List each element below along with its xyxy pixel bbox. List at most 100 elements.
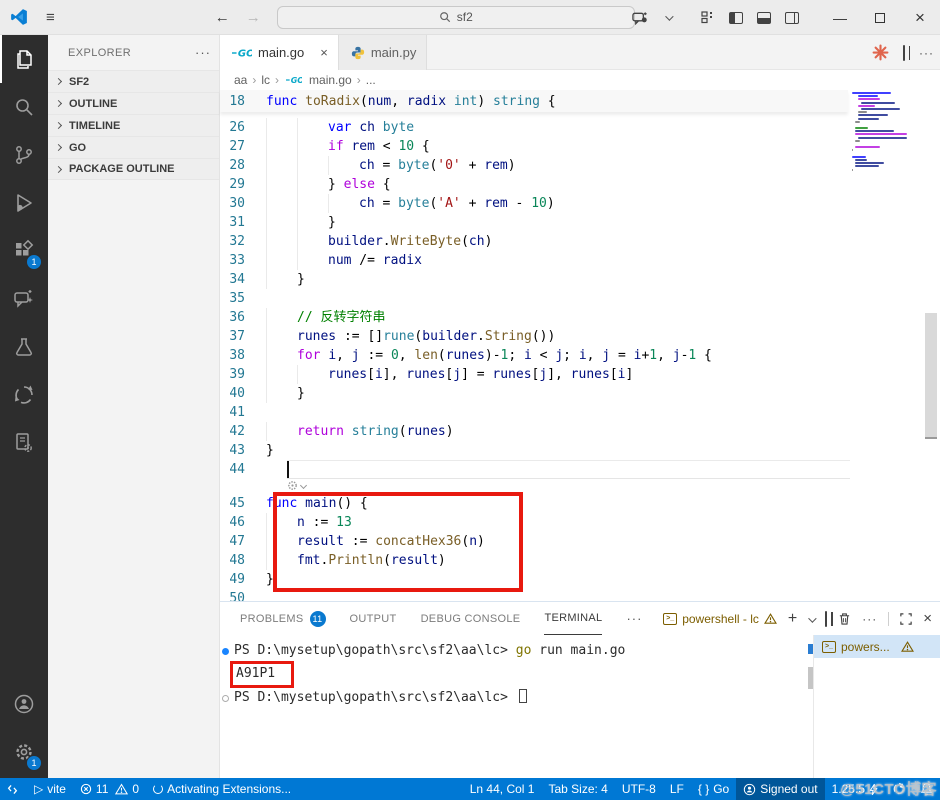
panel-more-tabs-icon[interactable]: ··· [626, 611, 642, 626]
line-number[interactable]: 41 [220, 403, 266, 422]
line-number[interactable]: 42 [220, 422, 266, 441]
panel-tab-debug-console[interactable]: DEBUG CONSOLE [421, 602, 521, 635]
breadcrumb-item[interactable]: aa [234, 73, 247, 87]
activity-bar-item-run-debug[interactable] [0, 179, 48, 227]
line-number[interactable]: 39 [220, 365, 266, 384]
close-tab-icon[interactable]: × [320, 45, 328, 60]
customize-layout-icon[interactable] [694, 0, 722, 35]
line-number[interactable]: 50 [220, 589, 266, 601]
terminal-dropdown-icon[interactable] [808, 612, 817, 626]
minimize-button[interactable]: — [820, 0, 860, 35]
language-status[interactable]: { } Go [691, 778, 736, 800]
line-number[interactable]: 26 [220, 118, 266, 137]
command-center-search[interactable]: sf2 [276, 5, 635, 29]
code-line[interactable]: 26 var ch byte [220, 118, 940, 137]
code-line[interactable]: 43} [220, 441, 940, 460]
editor-scrollbar[interactable] [924, 90, 938, 601]
terminal-list-item[interactable]: >_ powers... [814, 635, 940, 658]
line-number[interactable]: 33 [220, 251, 266, 270]
code-line[interactable]: 35 [220, 289, 940, 308]
go-status-icon[interactable] [885, 778, 913, 800]
remote-indicator[interactable] [0, 778, 27, 800]
line-number[interactable]: 32 [220, 232, 266, 251]
panel-tab-terminal[interactable]: TERMINAL [544, 602, 603, 635]
sticky-scroll-line[interactable]: 18 func toRadix(num, radix int) string { [220, 90, 848, 112]
terminal-line[interactable]: PS D:\mysetup\gopath\src\sf2\aa\lc> [222, 688, 808, 708]
line-number[interactable]: 34 [220, 270, 266, 289]
sparkle-gear-icon[interactable] [287, 480, 308, 491]
code-line[interactable]: 36 // 反转字符串 [220, 308, 940, 327]
line-number[interactable]: 31 [220, 213, 266, 232]
maximize-panel-icon[interactable] [900, 612, 912, 625]
maximize-button[interactable] [860, 0, 900, 35]
activity-bar-item-source-control[interactable] [0, 131, 48, 179]
line-number[interactable]: 35 [220, 289, 266, 308]
terminal-scroll-thumb[interactable] [808, 667, 813, 689]
activity-bar-item-search[interactable] [0, 83, 48, 131]
line-number[interactable]: 43 [220, 441, 266, 460]
code-line[interactable]: 40} [220, 384, 940, 403]
code-line[interactable]: 30 ch = byte('A' + rem - 10) [220, 194, 940, 213]
line-number[interactable]: 18 [220, 94, 266, 109]
sidebar-section-package-outline[interactable]: PACKAGE OUTLINE [48, 158, 219, 180]
menu-hamburger-icon[interactable]: ≡ [46, 9, 55, 26]
panel-more-actions-icon[interactable]: ··· [862, 612, 877, 626]
activity-bar-item-settings[interactable]: 1 [0, 728, 48, 776]
line-number[interactable]: 38 [220, 346, 266, 365]
copilot-icon[interactable] [626, 0, 654, 35]
code-line[interactable]: 28 ch = byte('0' + rem) [220, 156, 940, 175]
activity-bar-item-chat[interactable] [0, 275, 48, 323]
line-number[interactable]: 44 [220, 460, 266, 479]
activity-bar-item-account[interactable] [0, 680, 48, 728]
version-status[interactable]: 1.25.5 [825, 778, 885, 800]
command-decoration-hollow[interactable] [222, 695, 229, 702]
line-number[interactable]: 46 [220, 513, 266, 532]
code-line[interactable]: 33 num /= radix [220, 251, 940, 270]
code-line[interactable]: 41 [220, 403, 940, 422]
line-number[interactable]: 30 [220, 194, 266, 213]
panel-tab-output[interactable]: OUTPUT [350, 602, 397, 635]
vite-task-button[interactable]: ▷ vite [27, 778, 73, 800]
nav-back-icon[interactable]: ← [215, 9, 230, 26]
cursor-position-status[interactable]: Ln 44, Col 1 [463, 778, 542, 800]
close-panel-icon[interactable]: × [923, 610, 932, 627]
line-number[interactable]: 48 [220, 551, 266, 570]
sidebar-more-actions-icon[interactable]: ··· [195, 45, 211, 60]
sidebar-section-sf2[interactable]: SF2 [48, 70, 219, 92]
code-line[interactable]: 42 return string(runes) [220, 422, 940, 441]
line-number[interactable]: 47 [220, 532, 266, 551]
activity-bar-item-source-control-graph[interactable] [0, 371, 48, 419]
minimap[interactable] [852, 92, 910, 222]
code-line[interactable]: 34} [220, 270, 940, 289]
tab-size-status[interactable]: Tab Size: 4 [541, 778, 614, 800]
activity-bar-item-snippets[interactable] [0, 419, 48, 467]
command-decoration-filled[interactable] [222, 648, 229, 655]
breadcrumb-item[interactable]: main.go [309, 73, 352, 87]
encoding-status[interactable]: UTF-8 [615, 778, 663, 800]
code-line[interactable]: 31} [220, 213, 940, 232]
sidebar-section-timeline[interactable]: TIMELINE [48, 114, 219, 136]
line-number[interactable]: 29 [220, 175, 266, 194]
sidebar-section-outline[interactable]: OUTLINE [48, 92, 219, 114]
panel-tab-problems[interactable]: PROBLEMS 11 [240, 602, 326, 635]
chevron-down-icon[interactable] [654, 0, 682, 35]
breadcrumb-item[interactable]: lc [261, 73, 270, 87]
line-number[interactable]: 37 [220, 327, 266, 346]
code-line[interactable]: 39 runes[i], runes[j] = runes[j], runes[i… [220, 365, 940, 384]
breadcrumb-item[interactable]: ... [366, 73, 376, 87]
code-line[interactable]: 32 builder.WriteByte(ch) [220, 232, 940, 251]
problems-status[interactable]: 11 0 [73, 778, 146, 800]
split-terminal-icon[interactable] [825, 610, 828, 627]
editor-tab-main.go[interactable]: GO main.go × [220, 35, 339, 70]
terminal[interactable]: PS D:\mysetup\gopath\src\sf2\aa\lc> go r… [220, 635, 808, 778]
split-editor-icon[interactable] [903, 44, 905, 61]
line-number[interactable]: 45 [220, 494, 266, 513]
activity-bar-item-explorer[interactable] [0, 35, 48, 83]
line-number[interactable]: 28 [220, 156, 266, 175]
code-line[interactable]: 44 [220, 460, 940, 479]
toggle-primary-sidebar-icon[interactable] [722, 0, 750, 35]
terminal-shell-label[interactable]: >_ powershell - lc [663, 612, 777, 626]
activity-bar-item-testing[interactable] [0, 323, 48, 371]
signin-status[interactable]: Signed out [736, 778, 825, 800]
line-number[interactable]: 27 [220, 137, 266, 156]
